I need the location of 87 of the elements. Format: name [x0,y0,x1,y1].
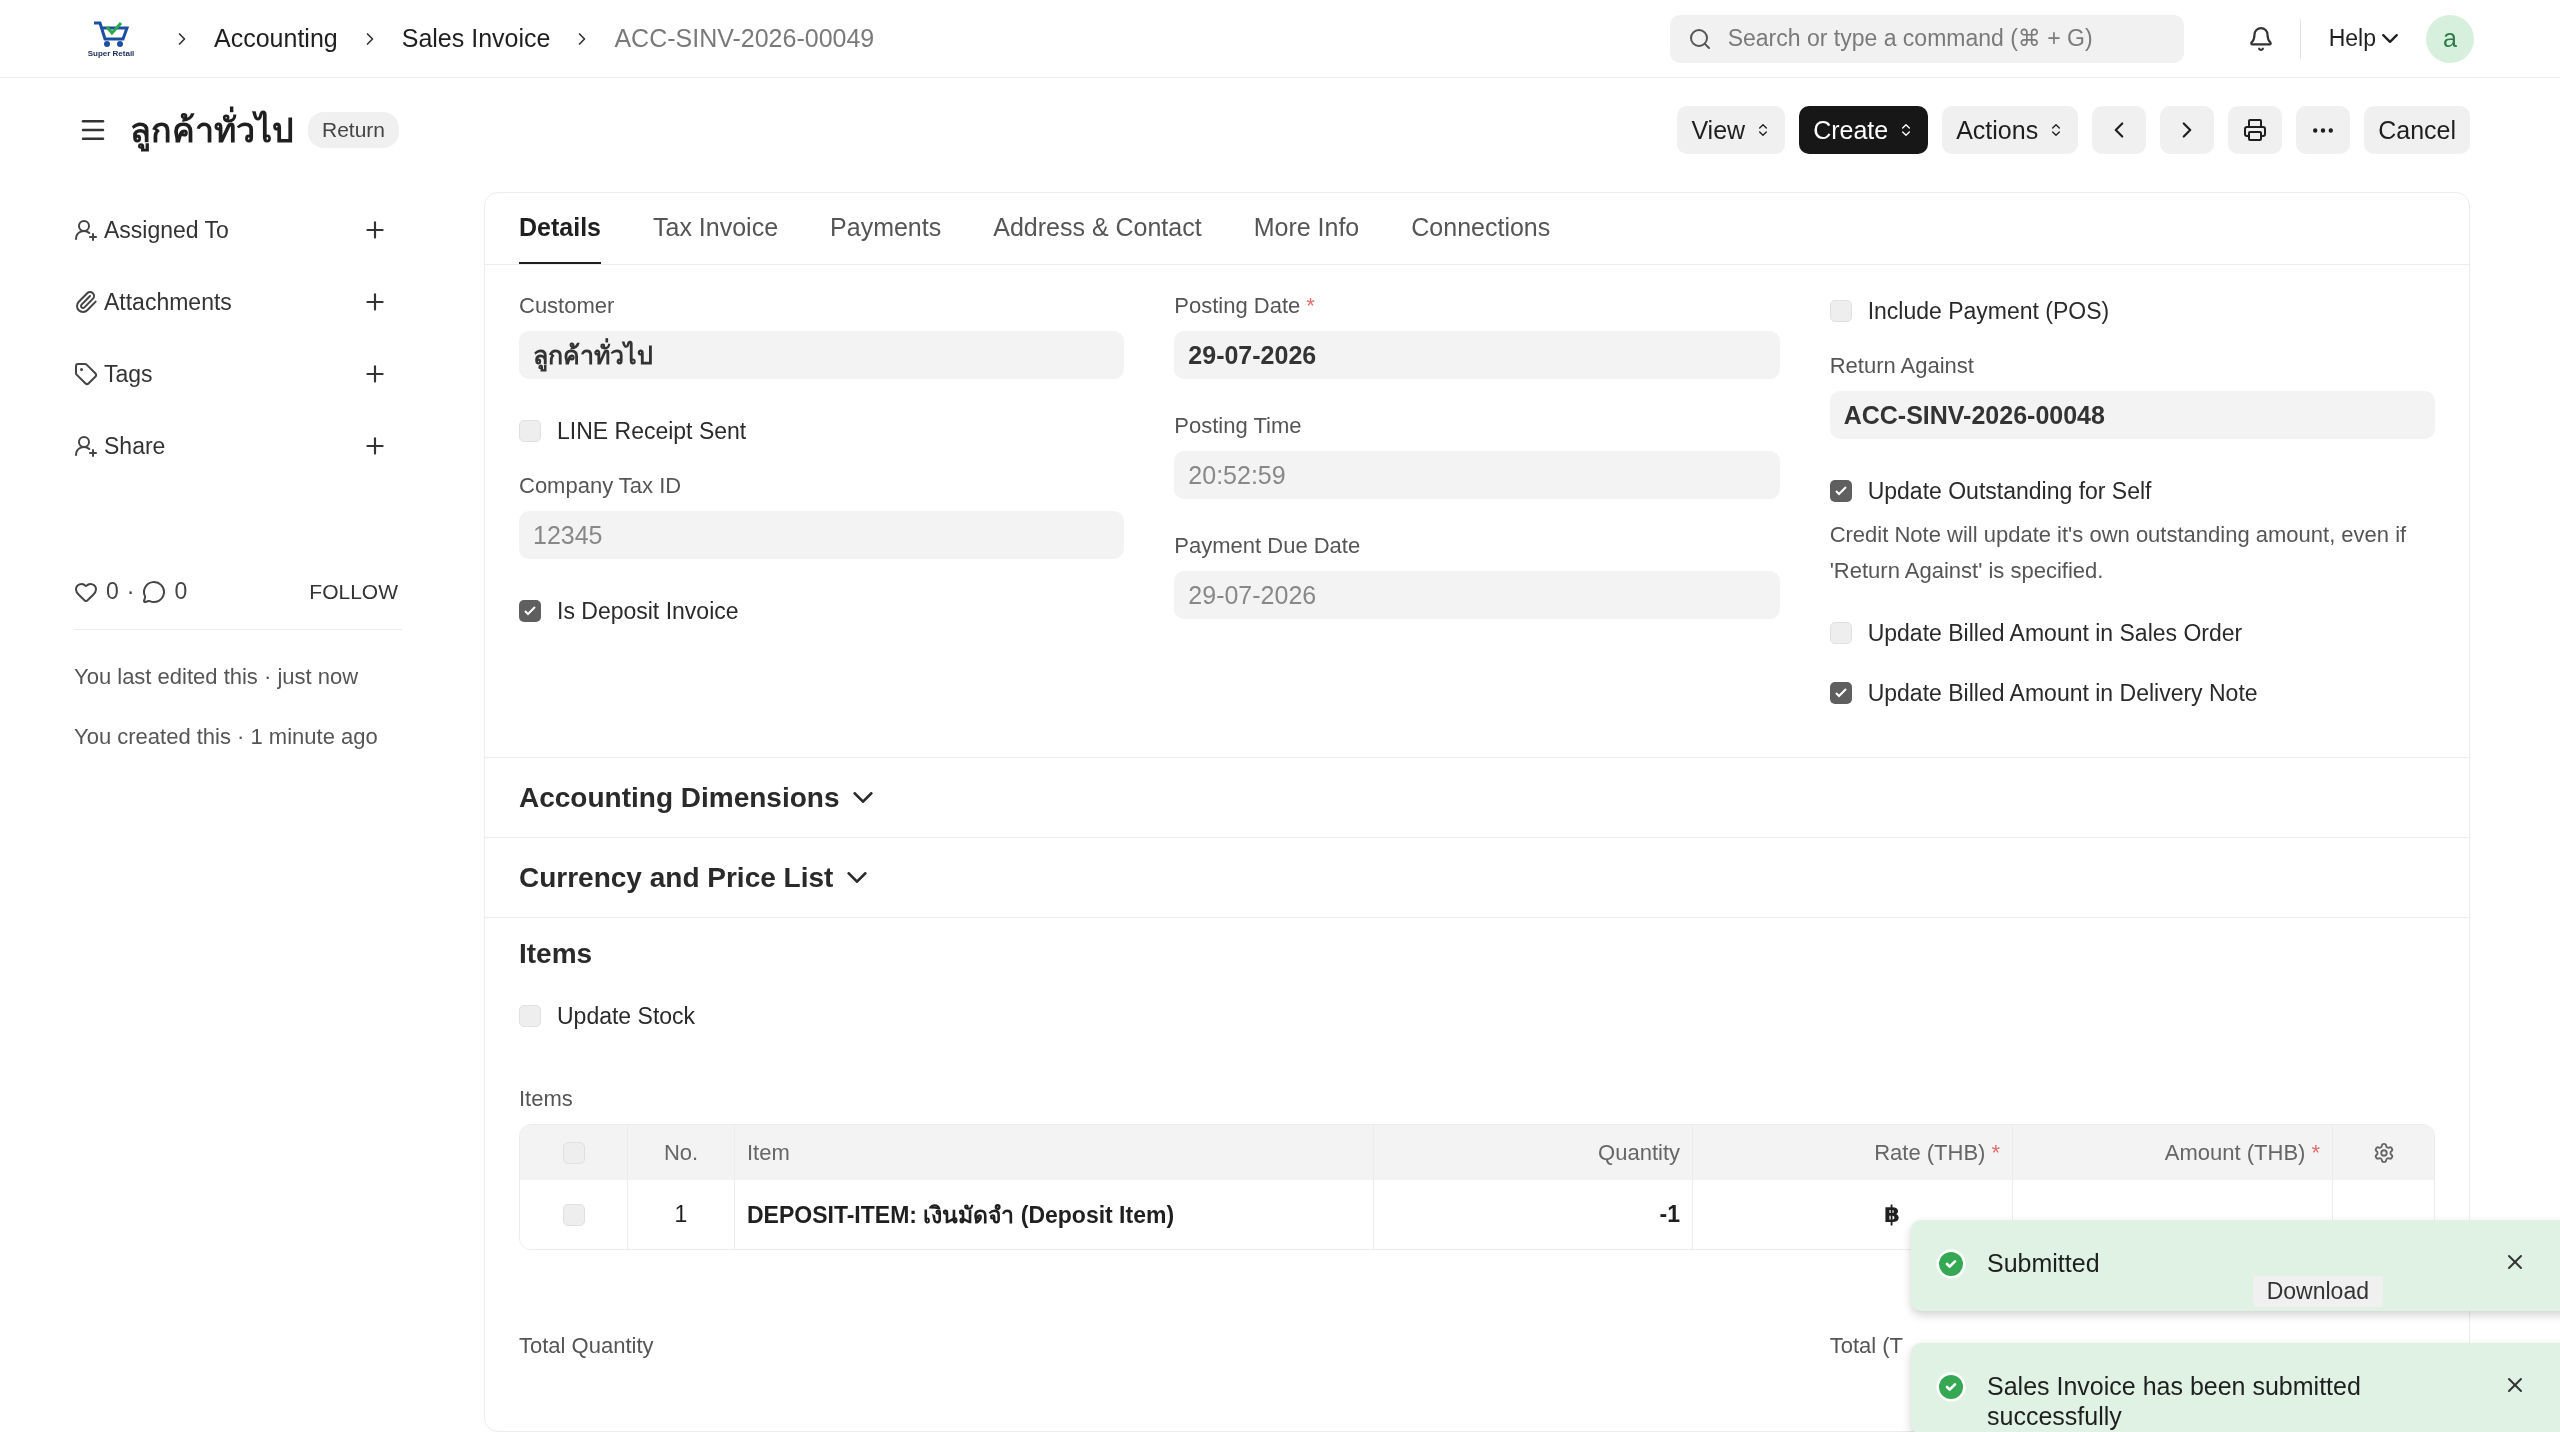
field-label: Posting Date * [1174,293,1315,319]
printer-icon [2243,118,2268,142]
bell-icon [2247,25,2274,52]
tab[interactable]: Address & Contact [993,193,1202,264]
check-circle-icon [1935,1248,1967,1280]
checkbox[interactable] [519,420,541,442]
cancel-button[interactable]: Cancel [2364,106,2470,154]
field-label: Payment Due Date [1174,533,1361,559]
input-field[interactable]: ลูกค้าทั่วไป [519,331,1125,379]
status-badge: Return [308,112,400,148]
checkbox[interactable] [519,1005,541,1027]
section-header[interactable]: Currency and Price List [485,838,2469,918]
ellipsis-icon [2313,127,2334,133]
toast-message: Sales Invoice has been submitted successfully [1987,1371,2362,1431]
tab[interactable]: More Info [1253,193,1360,264]
sidebar-label: Tags [104,360,154,388]
tab[interactable]: Connections [1411,193,1551,264]
activity-text: You last edited this · just now [74,664,360,690]
table-cell: -1 [1374,1180,1693,1249]
table-cell: 1 [628,1180,735,1249]
table-cell: DEPOSIT-ITEM: เงินมัดจำ (Deposit Item) [735,1180,1374,1249]
separator-dot: · [126,578,135,605]
checkbox[interactable] [1829,480,1852,502]
user-plus-icon [74,218,98,242]
download-button[interactable]: Download [2252,1276,2383,1307]
sidebar-label: Share [104,432,167,460]
input-field[interactable]: 29-07-2026 [1174,331,1780,379]
toast-message: Submitted [1987,1248,2101,1278]
field-label: Total (T [1829,1333,1903,1359]
chevron-down-icon [2382,34,2398,43]
search-field[interactable]: Search or type a command (⌘ + G) [1669,14,2184,63]
field-label: Posting Time [1174,413,1302,439]
input-field[interactable]: ACC-SINV-2026-00048 [1829,391,2435,439]
user-plus-icon [74,434,98,458]
checkbox-label: Update Stock [557,1002,696,1030]
tab[interactable]: Tax Invoice [653,193,779,264]
checkbox-label: Is Deposit Invoice [557,597,739,625]
user-avatar[interactable]: a [2426,14,2474,63]
help-text: Credit Note will update it's own outstanding amount, even if 'Return Against' is specified. [1829,521,2408,585]
logo-text: Super Retail [87,49,135,58]
check-circle-icon [1935,1371,1967,1403]
page-title: ลูกค้าทั่วไป [130,103,294,157]
dropdown-button[interactable]: Actions [1942,106,2079,154]
checkbox[interactable] [1829,300,1852,322]
checkbox-label: LINE Receipt Sent [557,417,747,445]
comment-icon[interactable] [142,579,167,604]
comment-count: 0 [174,578,188,605]
tag-icon [74,362,98,386]
settings-icon[interactable] [2372,1141,2395,1164]
section-title: Items [519,938,594,970]
table-label: Items [519,1086,573,1112]
check-icon [1833,484,1848,498]
create-button[interactable]: Create [1799,106,1929,154]
checkbox-label: Update Billed Amount in Delivery Note [1867,679,2258,707]
checkbox[interactable] [562,1203,585,1226]
search-icon [1687,26,1712,51]
help-button[interactable]: Help [2322,24,2404,53]
cart-icon [91,19,131,49]
breadcrumb-link[interactable]: ACC-SINV-2026-00049 [614,24,875,53]
chevron-down-icon [853,792,874,803]
tab[interactable]: Details [519,193,601,264]
checkbox[interactable] [1829,682,1852,704]
checkbox-label: Update Outstanding for Self [1867,477,2152,505]
chevron-down-icon [847,872,868,883]
tab[interactable]: Payments [830,193,942,264]
follow-button[interactable]: FOLLOW [309,579,402,604]
field-label: Total Quantity [519,1333,654,1359]
section-header[interactable]: Accounting Dimensions [485,758,2469,838]
paperclip-icon [74,290,98,314]
field-label: Company Tax ID [519,473,682,499]
logo[interactable]: Super Retail [86,19,136,58]
checkbox[interactable] [519,600,541,622]
like-count: 0 [106,578,119,605]
field-label: Return Against [1829,353,1974,379]
dropdown-button[interactable]: View [1677,106,1786,154]
print-button[interactable] [2228,106,2283,154]
breadcrumb-link[interactable]: Sales Invoice [401,24,551,53]
checkbox[interactable] [1829,622,1852,644]
field-label: Customer [519,293,615,319]
breadcrumb-link[interactable]: Accounting [214,24,338,53]
checkbox-label: Update Billed Amount in Sales Order [1867,619,2243,647]
sidebar-label: Attachments [104,288,233,316]
check-icon [1833,686,1848,700]
activity-text: You created this · 1 minute ago [74,724,379,750]
sidebar-label: Assigned To [104,216,230,244]
checkbox-label: Include Payment (POS) [1867,297,2110,325]
check-icon [523,604,537,618]
